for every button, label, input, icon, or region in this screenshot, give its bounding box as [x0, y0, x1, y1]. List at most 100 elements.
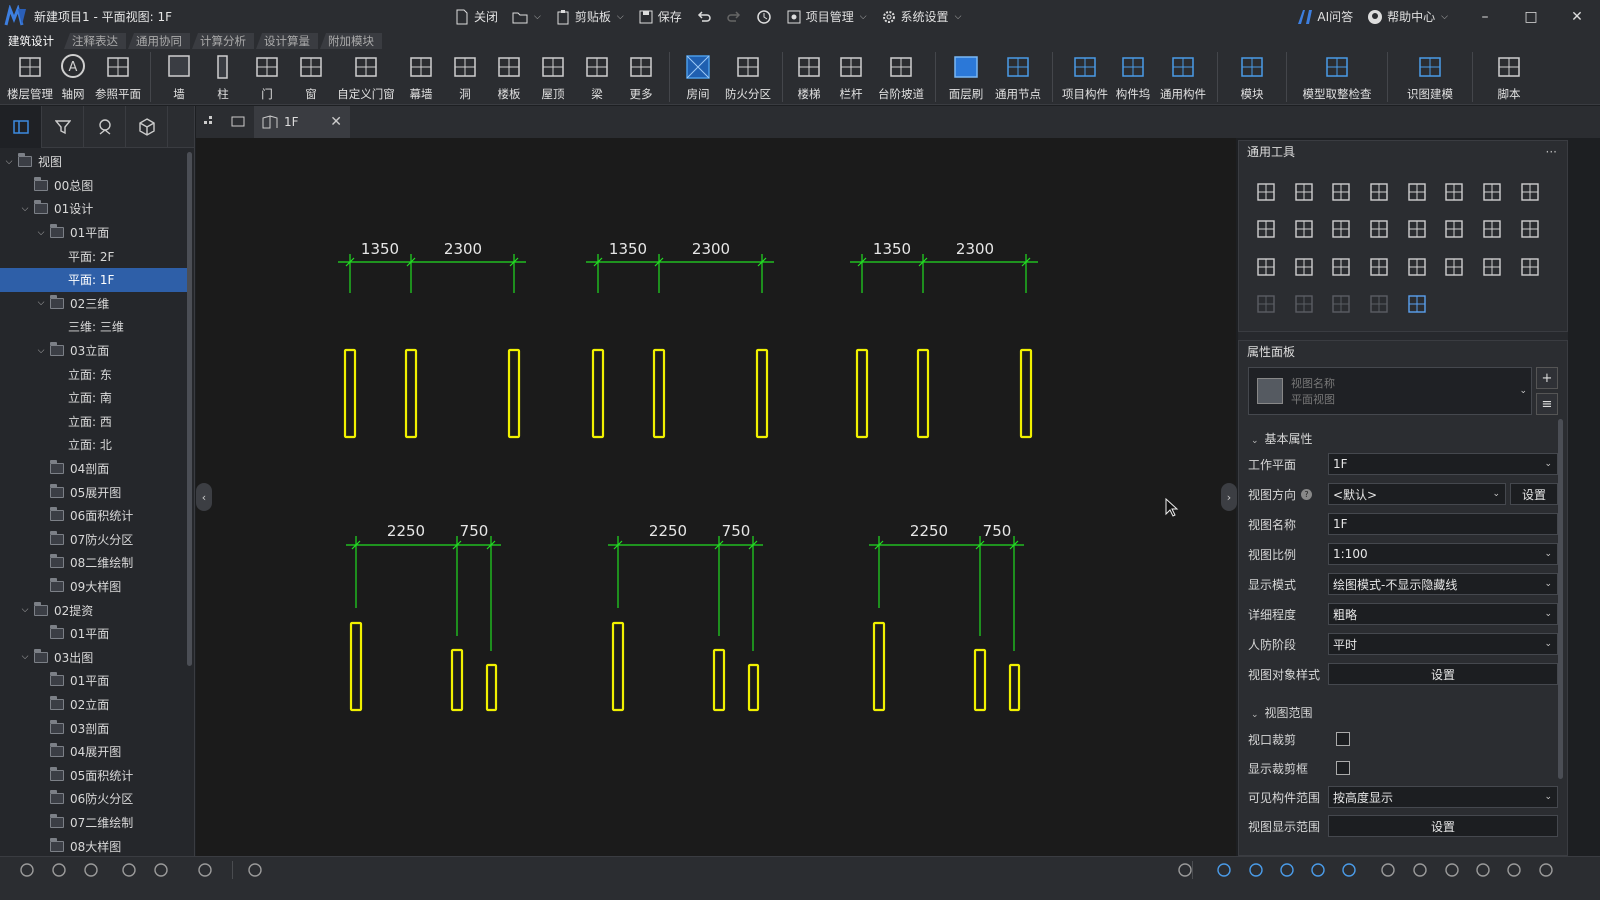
step-ramp-button[interactable]: 台阶坡道 [873, 49, 929, 105]
offset-tool-button[interactable] [1398, 173, 1436, 211]
tree-scrollbar[interactable] [187, 152, 192, 666]
object-style-settings-button[interactable]: 设置 [1328, 663, 1558, 685]
collapse-left-panel-button[interactable]: ‹ [196, 483, 212, 511]
tab-addons[interactable]: 附加模块 [320, 33, 382, 49]
list-view-icon[interactable] [1309, 861, 1327, 879]
wall-element[interactable] [611, 621, 625, 712]
maximize-button[interactable]: □ [1508, 0, 1554, 33]
wall-button[interactable]: 墙 [157, 49, 201, 105]
chevron-down-icon[interactable]: ⌵ [36, 228, 46, 238]
wall-element[interactable] [916, 348, 930, 439]
copy-tool-button[interactable] [1285, 173, 1323, 211]
tree-folder-item[interactable]: 09大样图 [0, 575, 188, 599]
view-name-input[interactable]: 1F [1328, 513, 1558, 535]
rotate-tool-button[interactable] [1322, 173, 1360, 211]
tree-folder-item[interactable]: 07二维绘制 [0, 811, 188, 835]
tree-folder-item[interactable]: ⌵ 视图 [0, 150, 188, 174]
close-tab-icon[interactable]: ✕ [330, 114, 342, 130]
save-button[interactable]: 保存 [638, 8, 682, 25]
delete-tool-button[interactable] [1322, 248, 1360, 286]
scale-tool-button[interactable] [1398, 211, 1436, 249]
chevron-down-icon[interactable]: ⌵ [36, 346, 46, 356]
tree-folder-item[interactable]: ⌵ 01平面 [0, 221, 188, 245]
more-button[interactable]: 更多 [619, 49, 663, 105]
break-tool-button[interactable] [1360, 211, 1398, 249]
zoom-region-tool-button[interactable] [1511, 248, 1549, 286]
display-range-settings-button[interactable]: 设置 [1328, 815, 1558, 837]
chevron-down-icon[interactable]: ⌵ [4, 157, 14, 167]
tab-collaboration[interactable]: 通用协同 [128, 33, 190, 49]
redo-button[interactable] [726, 9, 742, 25]
tab-1f[interactable]: 1F ✕ [254, 106, 350, 138]
tree-folder-item[interactable]: 03剖面 [0, 716, 188, 740]
display-mode-select[interactable]: 绘图模式-不显示隐藏线 ⌄ [1328, 573, 1558, 595]
tree-view-item[interactable]: 三维: 三维 [0, 315, 188, 339]
text-style-icon[interactable] [1411, 861, 1429, 879]
dimension-mode-icon[interactable] [1278, 861, 1296, 879]
filter-button[interactable] [42, 105, 84, 148]
system-settings-menu[interactable]: 系统设置 ⌵ [881, 8, 961, 25]
fire-zone-button[interactable]: 防火分区 [720, 49, 776, 105]
opening-button[interactable]: 洞 [443, 49, 487, 105]
tag-edit-tool-button[interactable] [1435, 248, 1473, 286]
disabled-a-tool-button[interactable] [1247, 286, 1285, 324]
tab-architecture[interactable]: 建筑设计 [0, 33, 62, 49]
close-window-button[interactable]: ✕ [1554, 0, 1600, 33]
railing-button[interactable]: 栏杆 [829, 49, 873, 105]
layer-visibility-icon[interactable] [18, 861, 36, 879]
help-center-menu[interactable]: 帮助中心 ⌵ [1367, 8, 1448, 25]
room-button[interactable]: 房间 [676, 49, 720, 105]
drawing-recognition-button[interactable]: 识图建模 [1394, 49, 1466, 105]
detail-level-select[interactable]: 粗略 ⌄ [1328, 603, 1558, 625]
zoom-window-icon[interactable] [1537, 861, 1555, 879]
tree-view-item[interactable]: 立面: 东 [0, 362, 188, 386]
clipboard-menu[interactable]: 剪贴板 ⌵ [555, 8, 624, 25]
split-tool-button[interactable] [1435, 173, 1473, 211]
wall-element[interactable] [712, 648, 726, 712]
tree-view-item[interactable]: 平面: 1F [0, 268, 188, 292]
general-component-button[interactable]: 通用构件 [1155, 49, 1211, 105]
section-box-icon[interactable] [1474, 861, 1492, 879]
show-crop-box-checkbox[interactable] [1336, 761, 1350, 775]
module-button[interactable]: 模块 [1224, 49, 1280, 105]
wall-element[interactable] [747, 663, 760, 712]
tile-views-button[interactable] [196, 106, 224, 138]
tree-folder-item[interactable]: ⌵ 03立面 [0, 339, 188, 363]
disabled-b-tool-button[interactable] [1285, 286, 1323, 324]
move-tool-button[interactable] [1247, 173, 1285, 211]
tree-view-item[interactable]: 立面: 北 [0, 433, 188, 457]
zoom-extents-icon[interactable] [1505, 861, 1523, 879]
surface-brush-button[interactable]: 面层刷 [942, 49, 990, 105]
disabled-c-tool-button[interactable] [1322, 286, 1360, 324]
tag-icon[interactable] [1247, 861, 1265, 879]
eyedropper-tool-button[interactable] [1285, 248, 1323, 286]
wall-element[interactable] [1008, 663, 1021, 712]
style-button[interactable] [84, 105, 126, 148]
history-button[interactable] [756, 9, 772, 25]
work-plane-select[interactable]: 1F ⌄ [1328, 453, 1558, 475]
tree-folder-item[interactable]: 08大样图 [0, 834, 188, 858]
stair-button[interactable]: 楼梯 [789, 49, 829, 105]
reference-plane-button[interactable]: 参照平面 [92, 49, 144, 105]
project-component-button[interactable]: 项目构件 [1059, 49, 1111, 105]
visible-range-select[interactable]: 按高度显示 ⌄ [1328, 786, 1558, 808]
slab-button[interactable]: 楼板 [487, 49, 531, 105]
wall-element[interactable] [485, 663, 498, 712]
tree-folder-item[interactable]: 04展开图 [0, 740, 188, 764]
layer-isolate-icon[interactable] [82, 861, 100, 879]
eye-icon[interactable] [152, 861, 170, 879]
wall-element[interactable] [872, 621, 886, 712]
mirror-tool-button[interactable] [1511, 211, 1549, 249]
view-direction-select[interactable]: <默认> ⌄ [1328, 483, 1506, 505]
tree-folder-item[interactable]: 01平面 [0, 622, 188, 646]
undo-button[interactable] [696, 9, 712, 25]
minimize-button[interactable]: – [1462, 0, 1508, 33]
group-tool-button[interactable] [1435, 211, 1473, 249]
lightbulb-icon[interactable] [120, 861, 138, 879]
layer-lock-icon[interactable] [50, 861, 68, 879]
select-region-tool-button[interactable] [1247, 248, 1285, 286]
wall-element[interactable] [755, 348, 769, 439]
tree-folder-item[interactable]: 07防火分区 [0, 528, 188, 552]
add-view-button[interactable]: + [1536, 367, 1558, 389]
door-button[interactable]: 门 [245, 49, 289, 105]
